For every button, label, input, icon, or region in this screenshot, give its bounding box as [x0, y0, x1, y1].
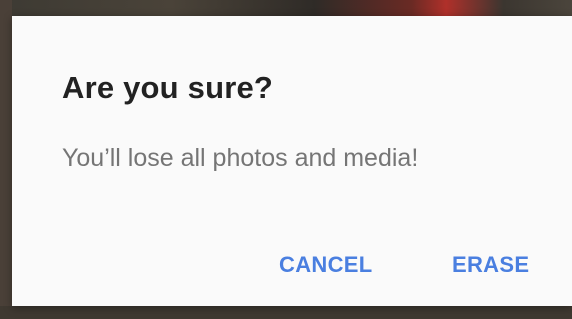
background-left-edge: [0, 0, 12, 319]
background-image-strip: [0, 0, 572, 16]
dialog-message: You’ll lose all photos and media!: [62, 144, 419, 172]
background-bottom-edge: [0, 306, 572, 319]
dialog-title: Are you sure?: [62, 70, 274, 105]
erase-button[interactable]: ERASE: [452, 252, 529, 278]
cancel-button[interactable]: CANCEL: [279, 252, 372, 278]
confirm-dialog: Are you sure? You’ll lose all photos and…: [12, 16, 572, 306]
dialog-actions: CANCEL ERASE: [12, 252, 572, 288]
